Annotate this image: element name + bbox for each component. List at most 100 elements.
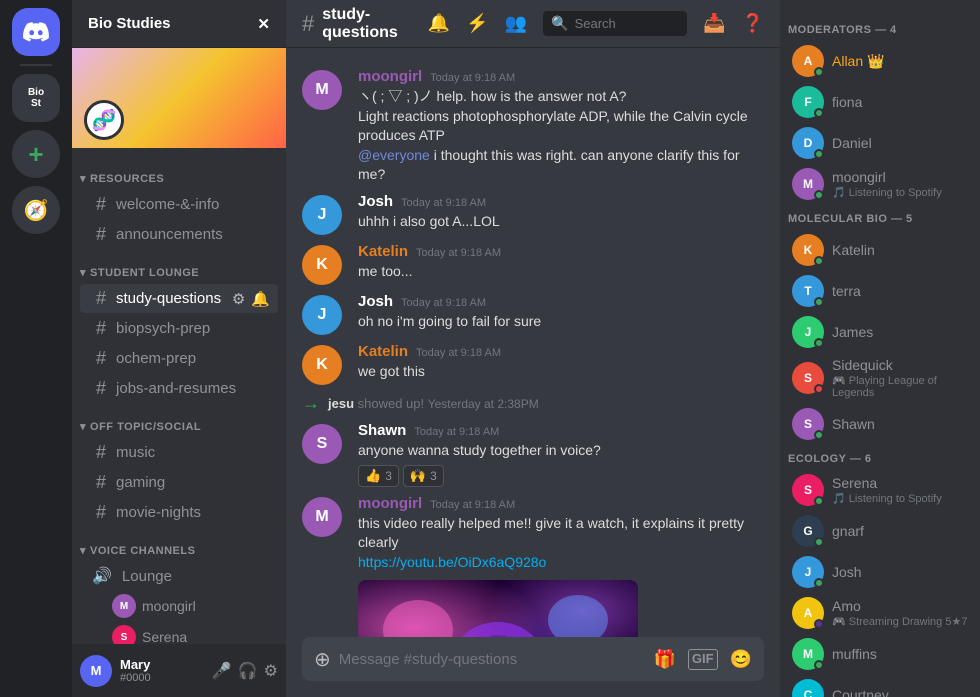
- message-text: this video really helped me!! give it a …: [358, 514, 764, 573]
- gift-icon[interactable]: 🎁: [653, 649, 675, 670]
- voice-user-moongirl[interactable]: M moongirl: [80, 591, 278, 621]
- status-indicator: [814, 149, 824, 159]
- voice-avatar: M: [112, 594, 136, 618]
- member-name: fiona: [832, 94, 862, 110]
- inbox-icon[interactable]: 📥: [703, 13, 725, 34]
- member-amo[interactable]: A Amo 🎮 Streaming Drawing 5★7: [784, 593, 976, 633]
- server-bio-studies[interactable]: BioSt: [12, 74, 60, 122]
- member-daniel[interactable]: D Daniel: [784, 123, 976, 163]
- member-fiona[interactable]: F fiona: [784, 82, 976, 122]
- member-avatar: D: [792, 127, 824, 159]
- headset-toggle[interactable]: 🎧: [238, 661, 258, 681]
- message-author: moongirl: [358, 68, 422, 85]
- mic-toggle[interactable]: 🎤: [212, 661, 232, 681]
- members-icon[interactable]: 👥: [505, 13, 527, 34]
- search-box[interactable]: 🔍 Search: [543, 11, 687, 36]
- explore-servers-button[interactable]: 🧭: [12, 186, 60, 234]
- member-terra[interactable]: T terra: [784, 271, 976, 311]
- emoji-button[interactable]: 😊: [730, 649, 752, 670]
- avatar: K: [302, 345, 342, 385]
- notification-icon[interactable]: 🔔: [251, 290, 270, 308]
- help-icon[interactable]: ❓: [742, 13, 764, 34]
- member-katelin[interactable]: K Katelin: [784, 230, 976, 270]
- channel-ochem-prep[interactable]: # ochem-prep: [80, 344, 278, 373]
- message-content: moongirl Today at 9:18 AM ヽ( ; ▽ ; )ノ he…: [358, 68, 764, 185]
- member-avatar: C: [792, 679, 824, 697]
- category-off-topic[interactable]: ▾ Off Topic/Social: [72, 404, 286, 437]
- member-name: Sidequick: [832, 357, 968, 373]
- reactions: 👍 3 🙌 3: [358, 465, 764, 487]
- voice-user-serena[interactable]: S Serena: [80, 622, 278, 644]
- category-voice[interactable]: ▾ Voice Channels: [72, 528, 286, 561]
- add-server-button[interactable]: +: [12, 130, 60, 178]
- member-avatar: G: [792, 515, 824, 547]
- channel-name: study-questions: [116, 290, 221, 307]
- video-thumbnail[interactable]: ▶: [358, 580, 638, 637]
- channel-name: biopsych-prep: [116, 320, 210, 337]
- member-name: gnarf: [832, 523, 864, 539]
- member-josh[interactable]: J Josh: [784, 552, 976, 592]
- settings-icon[interactable]: ⚙: [232, 290, 245, 308]
- member-shawn[interactable]: S Shawn: [784, 404, 976, 444]
- search-icon: 🔍: [551, 15, 568, 32]
- status-indicator: [814, 190, 824, 200]
- channel-name: movie-nights: [116, 504, 201, 521]
- channel-biopsych-prep[interactable]: # biopsych-prep: [80, 314, 278, 343]
- channel-welcome-info[interactable]: # welcome-&-info: [80, 190, 278, 219]
- server-divider: [20, 64, 52, 66]
- category-resources[interactable]: ▾ Resources: [72, 156, 286, 189]
- member-james[interactable]: J James: [784, 312, 976, 352]
- member-sidequick[interactable]: S Sidequick 🎮 Playing League of Legends: [784, 353, 976, 403]
- channel-study-questions[interactable]: # study-questions ⚙ 🔔: [80, 284, 278, 313]
- message-content: Shawn Today at 9:18 AM anyone wanna stud…: [358, 422, 764, 487]
- status-indicator: [814, 256, 824, 266]
- message-time: Today at 9:18 AM: [430, 499, 515, 511]
- video-link[interactable]: https://youtu.be/OiDx6aQ928o: [358, 554, 546, 570]
- member-muffins[interactable]: M muffins: [784, 634, 976, 674]
- voice-lounge[interactable]: 🔊 Lounge: [80, 562, 278, 590]
- voice-user-name: moongirl: [142, 598, 196, 614]
- members-sidebar: Moderators — 4 A Allan 👑 F fiona D Danie…: [780, 0, 980, 697]
- chat-header: # study-questions 🔔 ⚡ 👥 🔍 Search 📥 ❓: [286, 0, 780, 48]
- member-moongirl[interactable]: M moongirl 🎵 Listening to Spotify: [784, 164, 976, 204]
- message-header: moongirl Today at 9:18 AM: [358, 495, 764, 512]
- avatar: M: [302, 70, 342, 110]
- channel-name: music: [116, 444, 155, 461]
- server-header[interactable]: Bio Studies ✕: [72, 0, 286, 48]
- category-student-lounge[interactable]: ▾ Student Lounge: [72, 250, 286, 283]
- message-input[interactable]: [339, 651, 646, 668]
- member-name: Daniel: [832, 135, 872, 151]
- message-content: Katelin Today at 9:18 AM we got this: [358, 343, 764, 382]
- member-courtney[interactable]: C Courtney: [784, 675, 976, 697]
- reaction-clap[interactable]: 🙌 3: [403, 465, 444, 487]
- channel-gaming[interactable]: # gaming: [80, 468, 278, 497]
- member-gnarf[interactable]: G gnarf: [784, 511, 976, 551]
- channel-music[interactable]: # music: [80, 438, 278, 467]
- boost-icon[interactable]: ⚡: [466, 13, 488, 34]
- channel-movie-nights[interactable]: # movie-nights: [80, 498, 278, 527]
- message-header: Katelin Today at 9:18 AM: [358, 243, 764, 260]
- status-indicator: [814, 578, 824, 588]
- member-avatar: S: [792, 362, 824, 394]
- avatar: M: [302, 497, 342, 537]
- member-info: gnarf: [832, 523, 864, 539]
- reaction-thumbsup[interactable]: 👍 3: [358, 465, 399, 487]
- member-serena[interactable]: S Serena 🎵 Listening to Spotify: [784, 470, 976, 510]
- server-name: Bio Studies: [88, 15, 171, 32]
- bell-icon[interactable]: 🔔: [428, 13, 450, 34]
- message: M moongirl Today at 9:18 AM ヽ( ; ▽ ; )ノ …: [286, 64, 780, 189]
- status-indicator: [814, 660, 824, 670]
- message-time: Today at 9:18 AM: [401, 197, 486, 209]
- channel-jobs-resumes[interactable]: # jobs-and-resumes: [80, 374, 278, 403]
- member-info: Josh: [832, 564, 862, 580]
- gif-button[interactable]: GIF: [688, 649, 718, 670]
- channel-sidebar: Bio Studies ✕ 🧬 ▾ Resources # welcome-&-…: [72, 0, 286, 697]
- member-info: Shawn: [832, 416, 875, 432]
- message-text: me too...: [358, 262, 764, 282]
- user-settings-button[interactable]: ⚙: [264, 661, 278, 681]
- add-attachment-button[interactable]: ⊕: [314, 647, 331, 672]
- channel-announcements[interactable]: # announcements: [80, 220, 278, 249]
- member-info: muffins: [832, 646, 877, 662]
- member-allan[interactable]: A Allan 👑: [784, 41, 976, 81]
- discord-home-button[interactable]: [12, 8, 60, 56]
